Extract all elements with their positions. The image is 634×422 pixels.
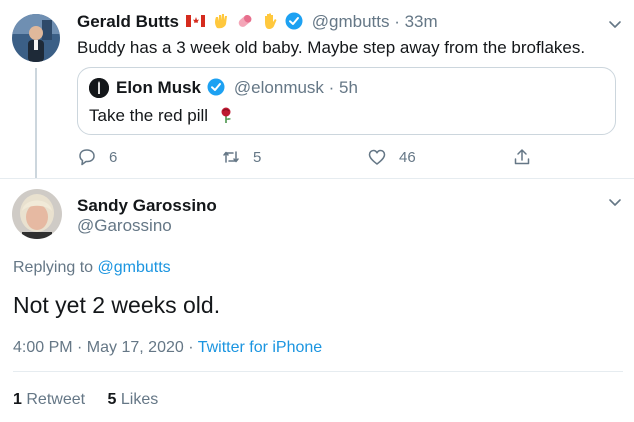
retweet-stat-label: Retweet bbox=[26, 391, 86, 408]
reply-stats: 1 Retweet 5 Likes bbox=[13, 391, 158, 409]
retweet-stat[interactable]: 1 Retweet bbox=[13, 391, 90, 408]
quoted-handle-time: @elonmusk · 5h bbox=[233, 78, 358, 97]
retweet-icon bbox=[223, 151, 239, 163]
timestamp-line: 4:00 PM · May 17, 2020 · Twitter for iPh… bbox=[13, 339, 322, 357]
reply-display-name[interactable]: Sandy Garossino bbox=[77, 196, 217, 216]
waving-hand-icon bbox=[214, 14, 227, 29]
reply-timestamp[interactable]: 4:00 PM · May 17, 2020 · bbox=[13, 339, 194, 356]
replying-to-prefix: Replying to bbox=[13, 259, 94, 276]
like-action[interactable]: 46 bbox=[367, 146, 416, 168]
replying-to-handle[interactable]: @gmbutts bbox=[98, 259, 171, 276]
quoted-header: Elon Musk @elonmusk · 5h bbox=[116, 78, 358, 98]
quoted-display-name: Elon Musk bbox=[116, 78, 202, 97]
thread-line bbox=[35, 68, 37, 178]
parent-tweet-text: Buddy has a 3 week old baby. Maybe step … bbox=[77, 38, 586, 57]
chevron-down-icon[interactable] bbox=[607, 16, 623, 32]
pill-icon bbox=[239, 14, 252, 27]
rose-icon bbox=[221, 107, 231, 123]
sandy-avatar[interactable] bbox=[12, 189, 62, 239]
canada-flag-icon bbox=[186, 15, 206, 27]
chevron-down-icon[interactable] bbox=[607, 194, 623, 210]
share-action[interactable] bbox=[512, 146, 532, 168]
gerald-avatar[interactable] bbox=[12, 14, 60, 62]
heart-icon bbox=[368, 149, 386, 165]
likes-stat-label: Likes bbox=[120, 391, 159, 408]
retweet-count: 5 bbox=[253, 148, 262, 166]
quoted-text: Take the red pill bbox=[89, 106, 209, 125]
share-icon bbox=[514, 149, 530, 165]
reply-count: 6 bbox=[109, 148, 118, 166]
likes-stat-count: 5 bbox=[107, 391, 117, 408]
verified-badge-icon bbox=[285, 12, 303, 30]
quoted-text-row: Take the red pill bbox=[89, 106, 235, 126]
reply-action[interactable]: 6 bbox=[77, 146, 117, 168]
raised-hand-icon bbox=[264, 13, 277, 29]
elon-avatar bbox=[89, 78, 109, 98]
parent-header: Gerald Butts @gmbutts · 33m bbox=[77, 12, 438, 34]
reply-icon bbox=[79, 149, 95, 166]
retweet-stat-count: 1 bbox=[13, 391, 22, 408]
replying-to-line: Replying to @gmbutts bbox=[13, 259, 171, 277]
parent-display-name[interactable]: Gerald Butts bbox=[77, 12, 179, 31]
reply-handle[interactable]: @Garossino bbox=[77, 216, 172, 236]
reply-tweet-text: Not yet 2 weeks old. bbox=[13, 292, 221, 318]
reply-source[interactable]: Twitter for iPhone bbox=[198, 339, 323, 356]
verified-badge-icon bbox=[207, 78, 225, 96]
divider bbox=[13, 371, 623, 372]
retweet-action[interactable]: 5 bbox=[221, 146, 261, 168]
quoted-tweet-card[interactable]: Elon Musk @elonmusk · 5h Take the red pi… bbox=[77, 67, 616, 135]
divider bbox=[0, 178, 634, 179]
like-count: 46 bbox=[399, 148, 416, 166]
likes-stat[interactable]: 5 Likes bbox=[108, 391, 159, 408]
parent-handle-time: @gmbutts · 33m bbox=[311, 12, 438, 31]
